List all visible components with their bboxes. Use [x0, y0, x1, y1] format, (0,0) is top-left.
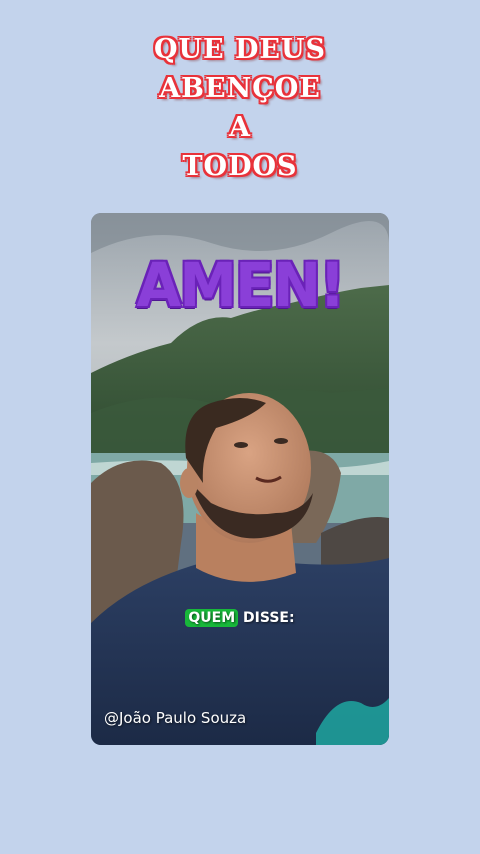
amen-sticker: AMEN!: [136, 249, 345, 321]
headline-line-1: QUE DEUS: [153, 34, 327, 65]
headline: QUE DEUS ABENÇOE A TODOS: [0, 30, 480, 186]
caption-text: DISSE:: [238, 610, 295, 626]
headline-line-4: TODOS: [182, 151, 298, 182]
story-page: QUE DEUS ABENÇOE A TODOS AMEN! QUEM DISS…: [0, 0, 480, 854]
video-player[interactable]: AMEN! QUEM DISSE: @João Paulo Souza: [91, 213, 389, 745]
headline-line-3: A: [229, 112, 251, 143]
headline-line-2: ABENÇOE: [159, 73, 321, 104]
author-watermark: @João Paulo Souza: [104, 709, 247, 727]
video-caption: QUEM DISSE:: [91, 609, 389, 627]
caption-highlight-word: QUEM: [185, 609, 239, 627]
